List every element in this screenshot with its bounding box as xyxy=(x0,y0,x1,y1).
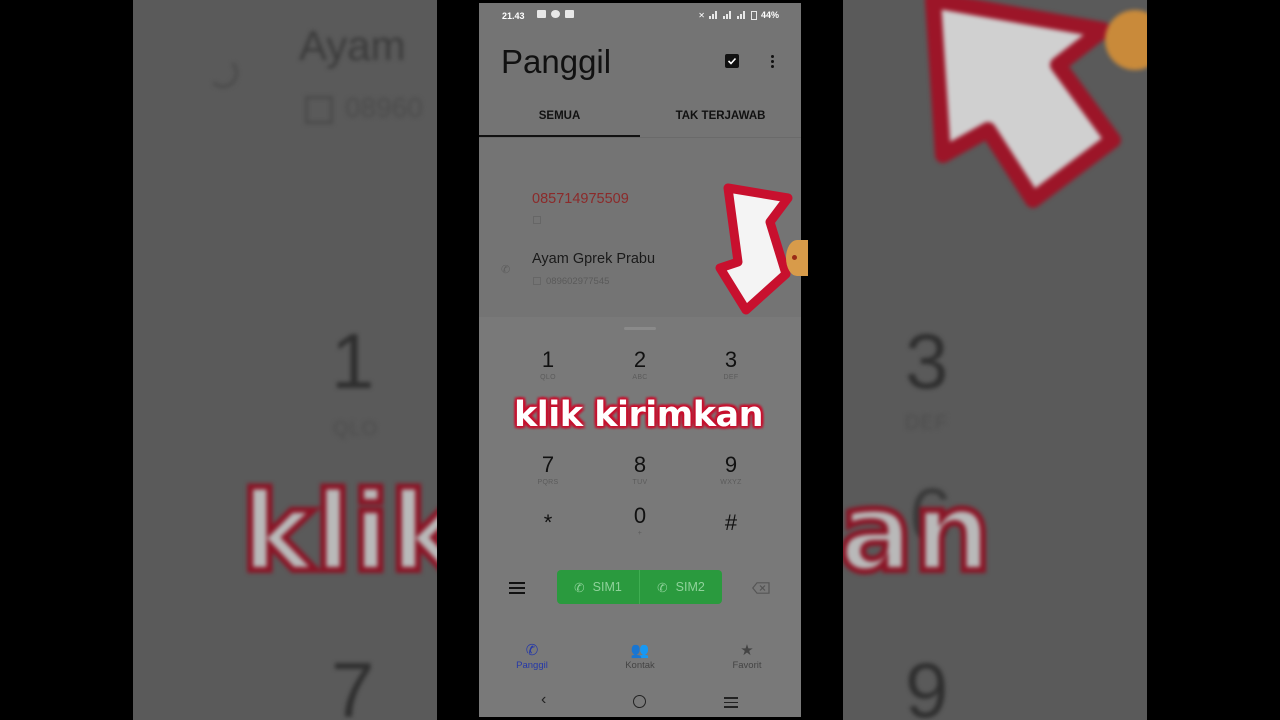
call-sim2-button[interactable]: ✆ SIM2 xyxy=(640,570,722,604)
call-log-number: 089602977545 xyxy=(546,276,610,287)
dial-key-hash[interactable]: # xyxy=(691,510,771,537)
phone-icon: ✆ xyxy=(574,580,585,595)
background-number-text: 08960 xyxy=(345,92,423,123)
dialpad: 1 QLO 2 ABC 3 DEF 6 7 PQRS 8 TUV 9 WXYZ * 0 + #… xyxy=(479,317,801,717)
background-caption-fragment: klik xyxy=(238,465,437,599)
nav-label: Kontak xyxy=(625,660,655,671)
home-icon xyxy=(533,277,541,285)
background-left-panel: Ayam 08960 1 QLO klik 7 xyxy=(133,0,437,720)
dial-key-7[interactable]: 7 PQRS xyxy=(508,452,588,486)
nav-label: Panggil xyxy=(516,660,548,671)
dial-key-1[interactable]: 1 QLO xyxy=(508,347,588,381)
dial-key-0[interactable]: 0 + xyxy=(600,503,680,537)
background-home-icon xyxy=(305,96,333,124)
sim2-label: SIM2 xyxy=(675,580,705,594)
call-log-name: Ayam Gprek Prabu xyxy=(532,251,656,267)
page-title: Panggil xyxy=(501,43,612,80)
background-digit: 1 xyxy=(331,317,375,405)
dial-key-8[interactable]: 8 TUV xyxy=(600,452,680,486)
nav-kontak[interactable]: 👥 Kontak xyxy=(605,642,675,671)
home-icon xyxy=(533,216,541,224)
call-button-group: ✆ SIM1 ✆ SIM2 xyxy=(557,570,722,604)
drag-handle[interactable] xyxy=(624,327,656,330)
messenger-icon xyxy=(551,10,560,18)
tab-divider xyxy=(479,137,801,138)
nav-favorit[interactable]: ★ Favorit xyxy=(712,642,782,671)
dial-key-9[interactable]: 9 WXYZ xyxy=(691,452,771,486)
status-bar: 21.43 ✕ 44% xyxy=(479,3,801,27)
phone-icon: ✆ xyxy=(525,642,539,659)
select-checkbox-icon[interactable] xyxy=(725,54,739,68)
tab-semua[interactable]: SEMUA xyxy=(479,110,640,122)
background-right-panel: 3 DEF 6 an 9 xyxy=(843,0,1147,720)
background-caption-fragment: an xyxy=(843,465,995,599)
video-icon xyxy=(565,10,574,18)
status-time: 21.43 xyxy=(502,11,525,21)
call-sim1-button[interactable]: ✆ SIM1 xyxy=(557,570,639,604)
background-digit: 9 xyxy=(905,646,949,720)
background-name-text: Ayam xyxy=(299,22,406,69)
backspace-icon[interactable] xyxy=(752,582,770,594)
dial-key-3[interactable]: 3 DEF xyxy=(691,347,771,381)
mute-icon: ✕ xyxy=(698,10,705,20)
background-letters: QLO xyxy=(333,418,379,440)
battery-percent: 44% xyxy=(760,10,779,20)
background-digit: 3 xyxy=(905,317,949,405)
phone-icon: ✆ xyxy=(657,580,668,595)
gallery-icon xyxy=(537,10,546,18)
notification-icons xyxy=(537,10,574,18)
phone-screen: 21.43 ✕ 44% Panggil SEMUA TAK TERJAWAB 0… xyxy=(479,3,801,717)
recents-icon[interactable] xyxy=(724,697,738,717)
background-letters: DEF xyxy=(905,412,948,434)
signal-icon xyxy=(708,11,719,19)
background-digit: 7 xyxy=(331,646,375,720)
home-button-icon[interactable] xyxy=(633,695,646,708)
call-icon: ✆ xyxy=(501,264,511,276)
overlay-caption: klik kirimkan xyxy=(514,395,764,435)
signal-icon xyxy=(722,11,733,19)
orange-dot-overlay xyxy=(786,240,808,276)
tab-tak-terjawab[interactable]: TAK TERJAWAB xyxy=(640,110,801,122)
menu-icon[interactable] xyxy=(509,582,525,597)
contacts-icon: 👥 xyxy=(630,642,650,659)
more-options-icon[interactable] xyxy=(766,55,778,69)
signal-icon xyxy=(736,11,747,19)
background-phone-icon xyxy=(208,58,238,88)
sim1-label: SIM1 xyxy=(592,580,622,594)
back-icon[interactable]: ‹ xyxy=(541,691,546,711)
dial-key-2[interactable]: 2 ABC xyxy=(600,347,680,381)
system-status-icons: ✕ 44% xyxy=(698,10,779,20)
nav-panggil[interactable]: ✆ Panggil xyxy=(497,642,567,671)
call-log-number: 085714975509 xyxy=(532,191,629,207)
nav-label: Favorit xyxy=(732,660,762,671)
star-icon: ★ xyxy=(740,642,754,659)
dial-key-star[interactable]: * xyxy=(508,510,588,537)
background-arrow-icon xyxy=(925,0,1121,208)
battery-icon xyxy=(750,10,757,20)
